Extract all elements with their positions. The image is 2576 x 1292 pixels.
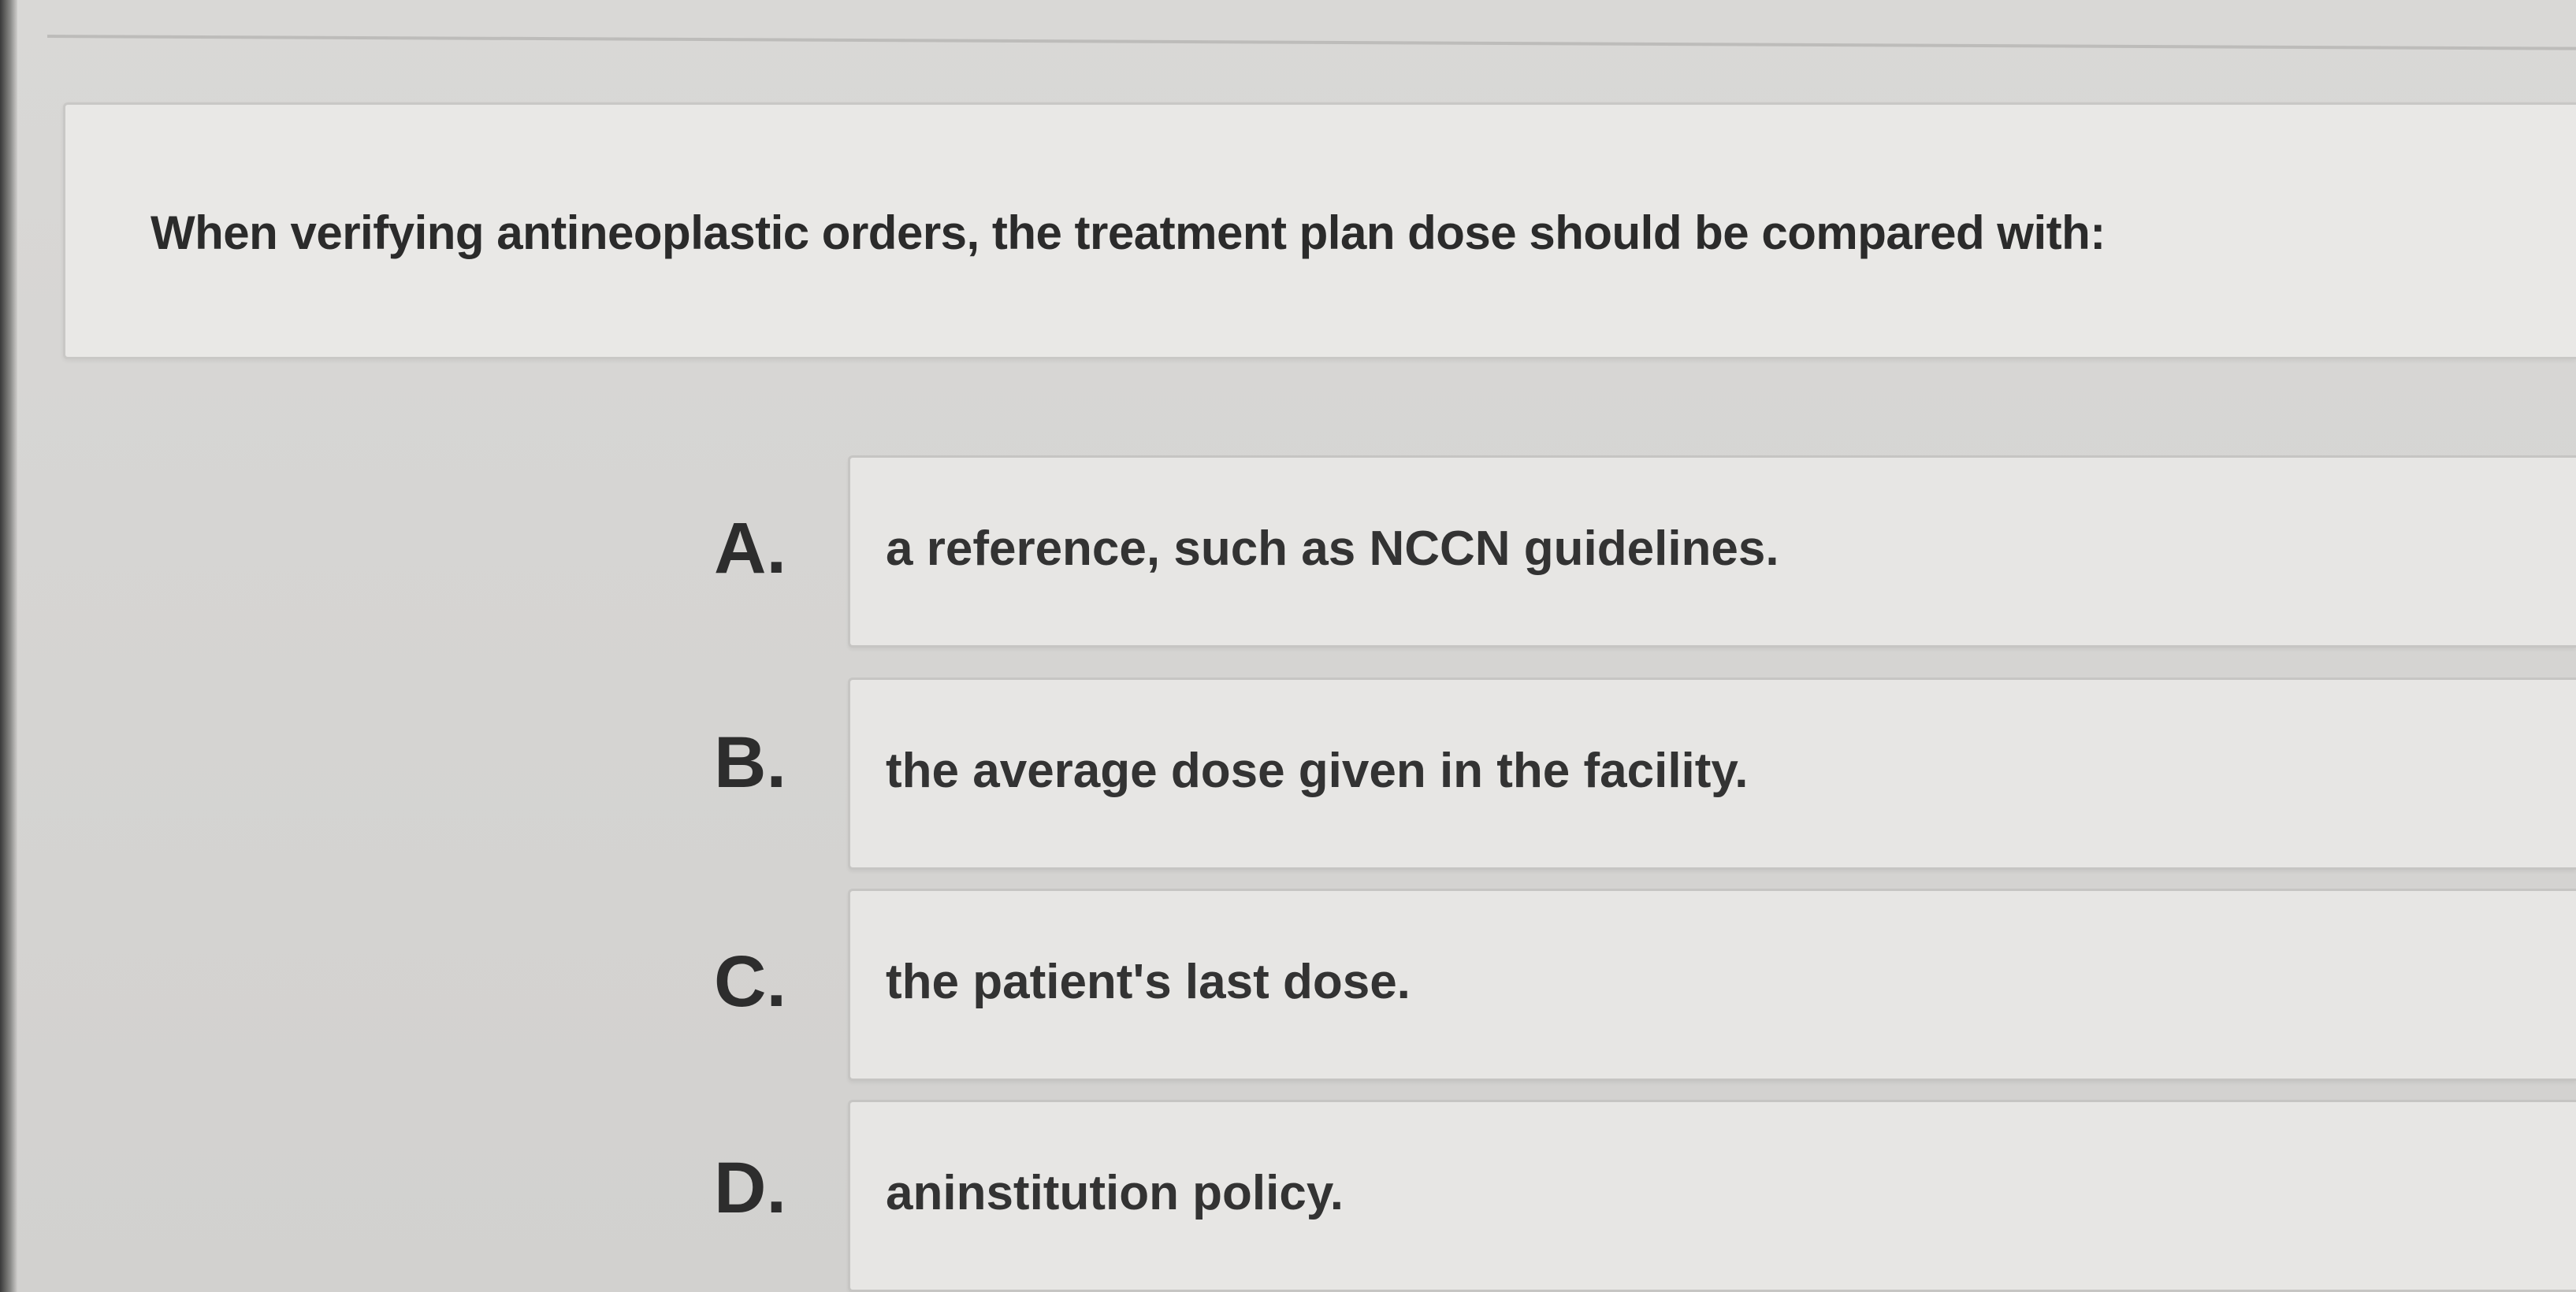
divider bbox=[46, 35, 2576, 50]
option-letter-d: D. bbox=[714, 1148, 786, 1228]
option-letter-c: C. bbox=[714, 941, 786, 1022]
option-text-d: aninstitution policy. bbox=[886, 1166, 1344, 1220]
option-letter-a: A. bbox=[714, 508, 786, 588]
option-text-c: the patient's last dose. bbox=[886, 955, 1411, 1009]
option-letter-b: B. bbox=[714, 722, 786, 803]
question-text: When verifying antineoplastic orders, th… bbox=[151, 206, 2106, 259]
option-box-c[interactable]: the patient's last dose. bbox=[848, 889, 2576, 1081]
option-text-b: the average dose given in the facility. bbox=[886, 744, 1749, 798]
option-box-a[interactable]: a reference, such as NCCN guidelines. bbox=[848, 455, 2576, 648]
question-card: When verifying antineoplastic orders, th… bbox=[63, 102, 2576, 359]
option-box-b[interactable]: the average dose given in the facility. bbox=[848, 678, 2576, 870]
option-text-a: a reference, such as NCCN guidelines. bbox=[886, 522, 1779, 576]
screen-edge bbox=[0, 0, 17, 1292]
option-box-d[interactable]: aninstitution policy. bbox=[848, 1100, 2576, 1292]
